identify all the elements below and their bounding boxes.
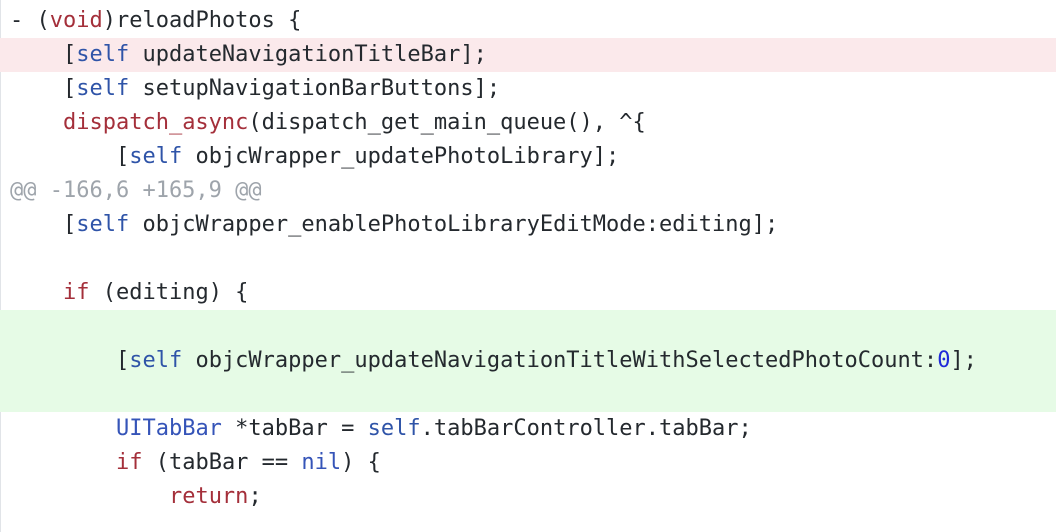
code-text: setupNavigationBarButtons];	[129, 76, 501, 101]
code-token-sf: self	[76, 212, 130, 237]
diff-line-context: [self objcWrapper_updatePhotoLibrary];	[0, 140, 1056, 174]
code-text: objcWrapper_enablePhotoLibraryEditMode:e…	[129, 212, 779, 237]
code-token-sf: self	[129, 348, 183, 373]
code-text: (tabBar ==	[142, 450, 302, 475]
code-text: )reloadPhotos {	[102, 8, 302, 33]
code-text: updateNavigationTitleBar];	[129, 42, 487, 67]
diff-line-context: - (void)reloadPhotos {	[0, 4, 1056, 38]
code-text: [	[115, 348, 130, 373]
diff-line-context: [self objcWrapper_enablePhotoLibraryEdit…	[0, 208, 1056, 242]
diff-line-added: [self objcWrapper_updateNavigationTitleW…	[0, 310, 1056, 412]
code-text: [	[62, 76, 77, 101]
code-text: (editing) {	[89, 280, 249, 305]
code-text: (dispatch_get_main_queue(), ^{	[248, 110, 646, 135]
code-text: [	[62, 212, 77, 237]
diff-line-context: if (editing) {	[0, 276, 1056, 310]
diff-code-view: - (void)reloadPhotos { [self updateNavig…	[0, 4, 1056, 514]
code-token-num: 0	[937, 348, 951, 373]
diff-line-context: if (tabBar == nil) {	[0, 446, 1056, 480]
code-text: objcWrapper_updatePhotoLibrary];	[182, 144, 620, 169]
code-token-sf: self	[367, 416, 421, 441]
code-text: objcWrapper_updateNavigationTitleWithSel…	[182, 348, 938, 373]
code-token-kw: void	[49, 8, 103, 33]
code-text: @@ -166,6 +165,9 @@	[10, 178, 262, 203]
code-token-fn: dispatch_async	[62, 110, 249, 135]
code-text: - (	[10, 8, 50, 33]
code-text: [	[62, 42, 77, 67]
code-text: ) {	[341, 450, 381, 475]
code-token-sf: self	[76, 76, 130, 101]
diff-line-context: UITabBar *tabBar = self.tabBarController…	[0, 412, 1056, 446]
code-token-ty: UITabBar	[115, 416, 222, 441]
code-text: *tabBar =	[221, 416, 368, 441]
diff-hunk-header: @@ -166,6 +165,9 @@	[0, 174, 1056, 208]
diff-line-deleted: [self updateNavigationTitleBar];	[0, 38, 1056, 72]
code-text: ;	[248, 484, 262, 509]
diff-line-context	[0, 242, 1056, 276]
diff-line-context: return;	[0, 480, 1056, 514]
code-token-ty: nil	[301, 450, 342, 475]
code-text: [	[115, 144, 130, 169]
code-token-kw: if	[115, 450, 143, 475]
code-token-kw: return	[168, 484, 249, 509]
code-text: ];	[950, 348, 977, 373]
diff-line-context: [self setupNavigationBarButtons];	[0, 72, 1056, 106]
code-token-sf: self	[129, 144, 183, 169]
diff-line-context: dispatch_async(dispatch_get_main_queue()…	[0, 106, 1056, 140]
code-text: .tabBarController.tabBar;	[420, 416, 752, 441]
code-token-sf: self	[76, 42, 130, 67]
code-token-kw: if	[62, 280, 90, 305]
